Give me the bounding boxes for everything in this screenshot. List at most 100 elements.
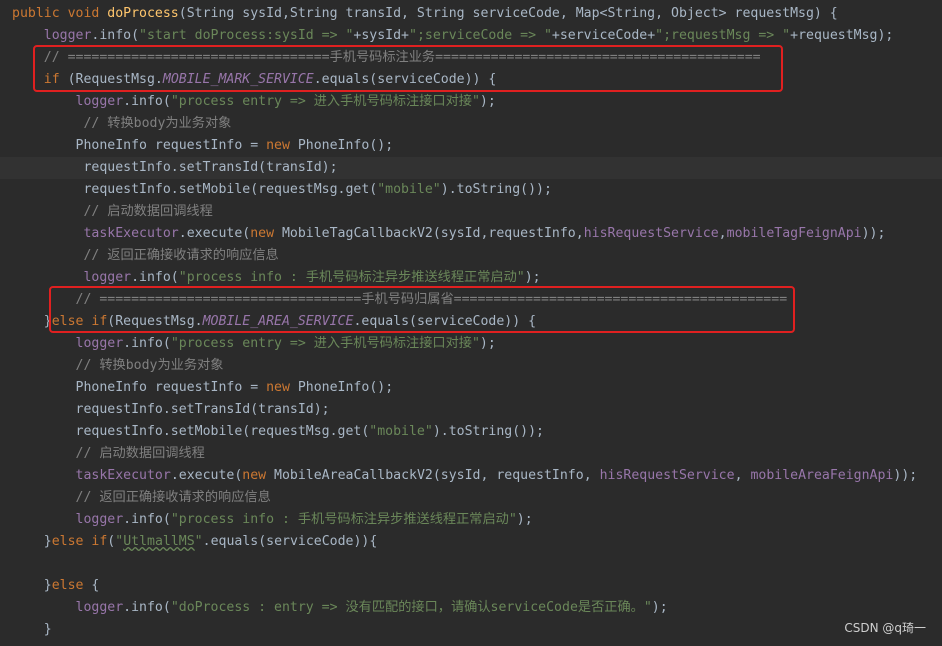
code-token: } [43,622,52,637]
code-line[interactable]: if (RequestMsg.MOBILE_MARK_SERVICE.equal… [12,69,497,91]
code-token: .info( [123,336,171,351]
code-token: // 启动数据回调线程 [75,446,205,461]
code-line[interactable]: // 返回正确接收请求的响应信息 [12,487,271,509]
code-token: // =================================手机号码… [75,292,788,307]
code-token: new [250,226,282,241]
code-token: .info( [123,600,171,615]
code-token: .info( [91,28,140,43]
code-token: doProcess [107,6,179,21]
code-token: taskExecutor [75,468,171,483]
code-token: // 返回正确接收请求的响应信息 [75,490,271,505]
code-token: new [266,138,298,153]
code-editor[interactable]: public void doProcess(String sysId,Strin… [0,0,942,646]
code-line[interactable]: public void doProcess(String sysId,Strin… [12,3,838,25]
code-token: else if [51,314,108,329]
code-token: (String sysId,String transId, String ser… [178,6,838,21]
code-token: .info( [123,94,171,109]
code-token: hisRequestService [599,468,735,483]
code-line[interactable]: // 返回正确接收请求的响应信息 [12,245,279,267]
code-line[interactable]: logger.info("process entry => 进入手机号码标注接口… [12,91,496,113]
code-token: PhoneInfo(); [297,380,394,395]
code-token: requestInfo.setMobile(requestMsg.get( [75,424,370,439]
code-token: // 启动数据回调线程 [83,204,213,219]
code-token: new [266,380,298,395]
code-token: logger [75,336,124,351]
code-token: , [734,468,751,483]
code-token: ";serviceCode => " [409,28,552,43]
code-token: "process info : 手机号码标注异步推送线程正常启动" [170,512,517,527]
code-token: logger [75,94,124,109]
code-token: PhoneInfo requestInfo = [75,380,267,395]
code-token: requestInfo.setTransId(transId); [75,402,330,417]
code-line[interactable]: }else if("UtlmallMS".equals(serviceCode)… [12,531,378,553]
code-line[interactable]: // 转换body为业务对象 [12,355,224,377]
code-line[interactable]: PhoneInfo requestInfo = new PhoneInfo(); [12,377,394,399]
code-line[interactable]: taskExecutor.execute(new MobileAreaCallb… [12,465,918,487]
code-token: ).toString()); [432,424,544,439]
code-token: MobileTagCallbackV2(sysId,requestInfo, [281,226,584,241]
code-line[interactable]: // 启动数据回调线程 [12,201,213,223]
code-token: requestInfo.setTransId(transId); [83,160,338,175]
code-token: if [43,72,68,87]
code-line[interactable]: } [12,619,52,641]
code-token: ); [479,336,496,351]
code-token: } [43,314,52,329]
code-token: UtlmallMS [123,534,195,549]
code-token: "mobile" [377,182,441,197]
code-line[interactable]: }else if(RequestMsg.MOBILE_AREA_SERVICE.… [12,311,536,333]
code-line[interactable]: // =================================手机号码… [12,289,788,311]
code-token: logger [75,600,124,615]
code-token: ); [524,270,541,285]
code-token: taskExecutor [83,226,179,241]
code-line[interactable]: logger.info("process info : 手机号码标注异步推送线程… [12,509,533,531]
code-token: // =================================手机号码… [43,50,761,65]
code-token: void [67,6,108,21]
code-token: mobileTagFeignApi [726,226,862,241]
code-line[interactable]: logger.info("process entry => 进入手机号码标注接口… [12,333,496,355]
code-line[interactable]: // 转换body为业务对象 [12,113,231,135]
code-token: // 返回正确接收请求的响应信息 [83,248,279,263]
code-line[interactable]: requestInfo.setMobile(requestMsg.get("mo… [12,179,551,201]
code-line[interactable]: logger.info("doProcess : entry => 没有匹配的接… [12,597,668,619]
code-token: )); [861,226,886,241]
code-token: else if [51,534,108,549]
code-token: new [242,468,275,483]
code-line[interactable]: PhoneInfo requestInfo = new PhoneInfo(); [12,135,394,157]
code-token: "process entry => 进入手机号码标注接口对接" [170,94,480,109]
code-token: MobileAreaCallbackV2(sysId, requestInfo, [274,468,600,483]
code-token: +sysId+ [353,28,409,43]
code-token: (RequestMsg. [67,72,163,87]
code-token: )); [893,468,918,483]
code-line[interactable]: taskExecutor.execute(new MobileTagCallba… [12,223,885,245]
code-line[interactable]: requestInfo.setTransId(transId); [12,157,338,179]
code-token: ); [479,94,496,109]
code-token: hisRequestService [583,226,719,241]
code-token: (RequestMsg. [107,314,203,329]
code-token: .equals(serviceCode)) { [313,72,497,87]
code-line[interactable]: // =================================手机号码… [12,47,761,69]
code-token: } [43,534,52,549]
code-line[interactable]: logger.info("start doProcess:sysId => "+… [12,25,894,47]
code-line[interactable]: // 启动数据回调线程 [12,443,205,465]
code-token: "process entry => 进入手机号码标注接口对接" [170,336,480,351]
code-token: +requestMsg); [790,28,894,43]
code-line[interactable]: requestInfo.setTransId(transId); [12,399,330,421]
code-line[interactable]: logger.info("process info : 手机号码标注异步推送线程… [12,267,541,289]
code-token: MOBILE_AREA_SERVICE [202,314,354,329]
code-line[interactable]: requestInfo.setMobile(requestMsg.get("mo… [12,421,544,443]
code-line[interactable]: }else { [12,575,100,597]
